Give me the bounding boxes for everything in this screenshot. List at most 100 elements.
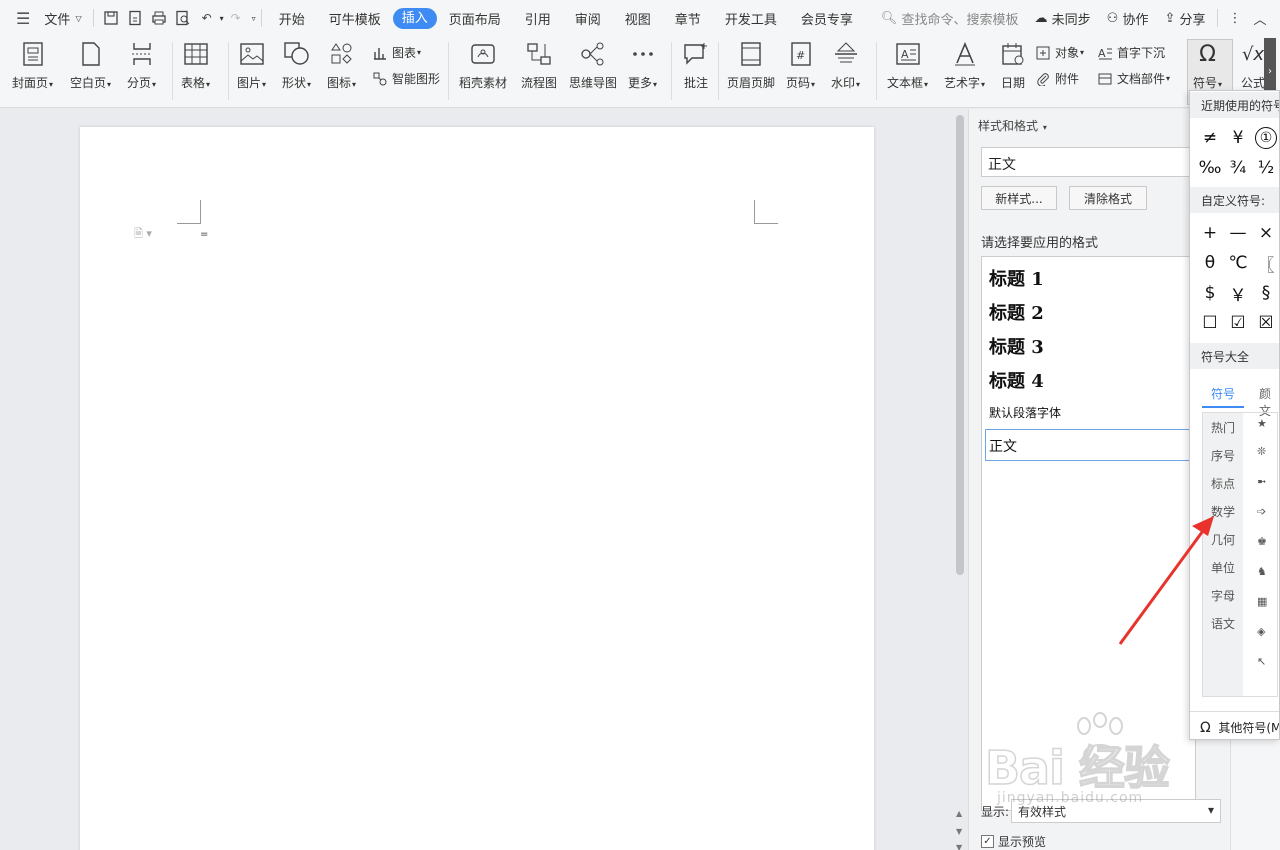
collapse-ribbon-icon[interactable]: ︿ [1248, 0, 1273, 36]
docer-material-button[interactable]: 稻壳素材 [459, 40, 507, 91]
formula-button[interactable]: √x 公式 [1240, 40, 1266, 91]
tab-page-layout[interactable]: 页面布局 [437, 0, 513, 36]
page-break-button[interactable]: 分页▾ [127, 40, 156, 91]
category-item[interactable]: 热门 [1211, 419, 1235, 436]
style-heading-1[interactable]: 标题 1 [989, 265, 1044, 291]
style-heading-3[interactable]: 标题 3 [989, 333, 1044, 359]
comment-button[interactable]: 批注 [683, 40, 709, 91]
scrollbar-thumb[interactable] [956, 115, 964, 575]
scroll-down-icon[interactable]: ▼ [956, 827, 962, 836]
recent-symbol[interactable]: ① [1252, 124, 1279, 152]
custom-symbol[interactable]: ￥ [1224, 279, 1252, 307]
flowchart-button[interactable]: 流程图 [521, 40, 557, 91]
custom-symbol[interactable]: + [1196, 219, 1224, 247]
symbol-glyph[interactable]: ◈ [1257, 625, 1265, 638]
table-button[interactable]: 表格▾ [181, 40, 210, 91]
symbol-glyph[interactable]: ➩ [1257, 505, 1266, 518]
picture-button[interactable]: 图片▾ [237, 40, 266, 91]
document-scrollbar[interactable]: ▲ ▼ ▼ [953, 109, 968, 850]
new-style-button[interactable]: 新样式... [981, 186, 1057, 210]
symbol-glyph[interactable]: ♚ [1257, 535, 1267, 548]
more-button[interactable]: 更多▾ [628, 40, 657, 91]
custom-symbol[interactable]: ☐ [1196, 309, 1224, 337]
document-page[interactable]: 🗎︎ ▾ = [80, 127, 874, 850]
custom-symbol[interactable]: × [1252, 219, 1279, 247]
share-button[interactable]: ⇪ 分享 [1158, 0, 1211, 36]
customize-chevron-icon[interactable]: ▿ [252, 14, 256, 23]
show-preview-checkbox[interactable]: ✓ 显示预览 [981, 833, 1046, 850]
blank-page-button[interactable]: 空白页▾ [70, 40, 111, 91]
custom-symbol[interactable]: $ [1196, 279, 1224, 307]
current-style-field[interactable]: 正文 [981, 147, 1196, 177]
symbol-glyph[interactable]: ▦ [1257, 595, 1267, 608]
command-search[interactable]: 🔍︎ 查找命令、搜索模板 [875, 0, 1025, 36]
menu-icon[interactable]: ☰ [10, 0, 36, 36]
file-menu[interactable]: 文件 ▽ [38, 0, 87, 36]
watermark-button[interactable]: 水印▾ [831, 40, 860, 91]
style-heading-4[interactable]: 标题 4 [989, 367, 1044, 393]
custom-symbol[interactable]: θ [1196, 249, 1224, 277]
smart-art-button[interactable]: 智能图形 [372, 70, 440, 87]
drop-cap-button[interactable]: A 首字下沉 [1097, 44, 1165, 61]
tab-view[interactable]: 视图 [613, 0, 663, 36]
recent-symbol[interactable]: ¾ [1224, 154, 1252, 182]
textbox-button[interactable]: A 文本框▾ [887, 40, 928, 91]
style-heading-2[interactable]: 标题 2 [989, 299, 1044, 325]
styles-panel-title[interactable]: 样式和格式 ▾ [978, 117, 1047, 134]
symbol-glyph[interactable]: ➼ [1257, 475, 1266, 488]
cover-page-button[interactable]: 封面页▾ [12, 40, 53, 91]
custom-symbol[interactable]: ℃ [1224, 249, 1252, 277]
category-item[interactable]: 标点 [1211, 475, 1235, 492]
mindmap-button[interactable]: 思维导图 [569, 40, 617, 91]
shape-button[interactable]: 形状▾ [282, 40, 311, 91]
recent-symbol[interactable]: ¥ [1224, 124, 1252, 152]
tab-developer[interactable]: 开发工具 [713, 0, 789, 36]
attachment-button[interactable]: 附件 [1035, 70, 1079, 87]
tab-references[interactable]: 引用 [513, 0, 563, 36]
scroll-down-icon[interactable]: ▼ [956, 843, 962, 850]
custom-symbol[interactable]: — [1224, 219, 1252, 247]
chart-button[interactable]: 图表 ▾ [372, 44, 421, 61]
redo-icon[interactable]: ↷ [224, 6, 248, 30]
icon-library-button[interactable]: 图标▾ [327, 40, 356, 91]
sync-status[interactable]: ☁ 未同步 [1029, 0, 1097, 36]
page-number-button[interactable]: # 页码▾ [786, 40, 815, 91]
symbol-glyph[interactable]: ❊ [1257, 445, 1266, 458]
undo-icon[interactable]: ↶ [195, 6, 219, 30]
header-footer-button[interactable]: 页眉页脚 [727, 40, 775, 91]
recent-symbol[interactable]: ½ [1252, 154, 1279, 182]
custom-symbol[interactable]: 〖 [1252, 249, 1279, 277]
date-button[interactable]: 日期 [1000, 40, 1026, 91]
tab-start[interactable]: 开始 [267, 0, 317, 36]
style-default-font[interactable]: 默认段落字体 [989, 404, 1061, 421]
scroll-up-icon[interactable]: ▲ [956, 809, 962, 818]
custom-symbol[interactable]: § [1252, 279, 1279, 307]
collab-button[interactable]: ⚇ 协作 [1101, 0, 1155, 36]
tab-templates[interactable]: 可牛模板 [317, 0, 393, 36]
export-pdf-icon[interactable] [123, 6, 147, 30]
save-icon[interactable] [99, 6, 123, 30]
more-options-icon[interactable]: ⋮ [1223, 0, 1248, 36]
recent-symbol[interactable]: ≠ [1196, 124, 1224, 152]
paragraph-options-icon[interactable]: 🗎︎ ▾ [134, 225, 152, 244]
symbol-glyph[interactable]: ♞ [1257, 565, 1267, 578]
style-body-selected[interactable]: 正文 [985, 429, 1195, 461]
print-icon[interactable] [147, 6, 171, 30]
custom-symbol[interactable]: ☒ [1252, 309, 1279, 337]
clear-format-button[interactable]: 清除格式 [1069, 186, 1147, 210]
wordart-button[interactable]: 艺术字▾ [944, 40, 985, 91]
other-symbols-button[interactable]: Ω 其他符号(M)... [1190, 711, 1279, 739]
doc-parts-button[interactable]: 文档部件 ▾ [1097, 70, 1170, 87]
symbol-button[interactable]: Ω 符号▾ [1193, 40, 1222, 91]
category-item[interactable]: 序号 [1211, 447, 1235, 464]
tab-symbols[interactable]: 符号 [1211, 385, 1235, 402]
print-preview-icon[interactable] [171, 6, 195, 30]
tab-review[interactable]: 审阅 [563, 0, 613, 36]
tab-chapter[interactable]: 章节 [663, 0, 713, 36]
object-button[interactable]: 对象 ▾ [1035, 44, 1084, 61]
tab-member[interactable]: 会员专享 [789, 0, 865, 36]
symbol-glyph[interactable]: ↖ [1257, 655, 1266, 668]
tab-insert[interactable]: 插入 [392, 7, 437, 29]
custom-symbol[interactable]: ☑ [1224, 309, 1252, 337]
recent-symbol[interactable]: ‰ [1196, 154, 1224, 182]
